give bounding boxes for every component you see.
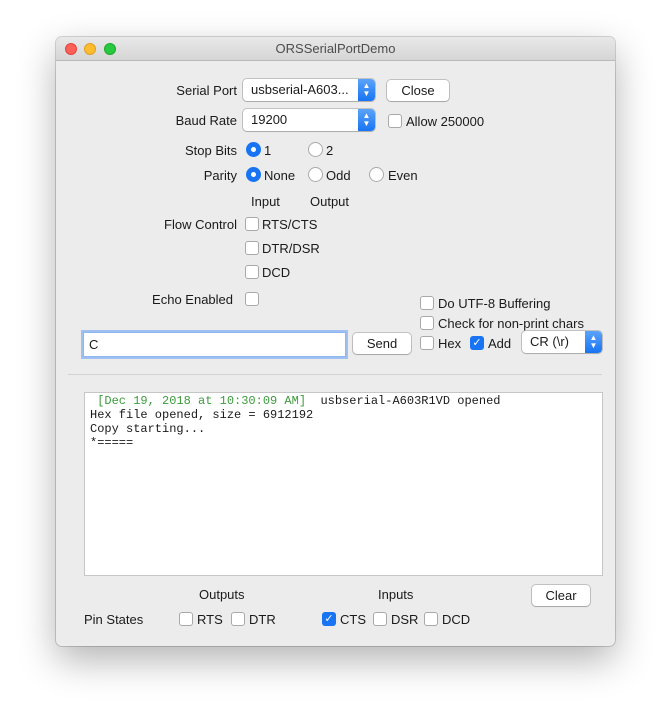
console-line: Hex file opened, size = 6912192 [90,408,597,422]
dtr-dsr-label: DTR/DSR [262,241,320,256]
dtr-pin-checkbox[interactable] [231,612,245,626]
stop-bits-2-radio[interactable] [308,142,323,157]
rts-pin-checkbox[interactable] [179,612,193,626]
serial-port-popup[interactable]: usbserial-A603... ▲ ▼ [243,79,375,101]
dsr-pin-checkbox[interactable] [373,612,387,626]
flow-output-header: Output [310,194,350,209]
outputs-header: Outputs [199,587,245,602]
title-bar: ORSSerialPortDemo [56,37,615,61]
dcd-flow-label: DCD [262,265,291,280]
add-label: Add [488,336,512,351]
send-button[interactable]: Send [353,333,411,354]
dsr-pin-label: DSR [391,612,419,627]
parity-label: Parity [203,168,237,183]
parity-even-label: Even [388,168,418,183]
add-checkbox[interactable]: ✓ [470,336,484,350]
main-window: ORSSerialPortDemo Serial Port usbserial-… [56,37,615,646]
console-text: Hex file opened, size = 6912192 [90,408,314,422]
parity-none-radio[interactable] [246,167,261,182]
serial-port-value: usbserial-A603... [251,82,349,97]
parity-even-radio[interactable] [369,167,384,182]
stop-bits-1-label: 1 [264,143,272,158]
rts-cts-label: RTS/CTS [262,217,318,232]
parity-odd-label: Odd [326,168,351,183]
utf8-buffering-checkbox[interactable] [420,296,434,310]
baud-rate-label: Baud Rate [175,113,237,128]
utf8-buffering-label: Do UTF-8 Buffering [438,296,551,311]
cts-pin-label: CTS [340,612,366,627]
allow-250000-checkbox[interactable] [388,114,402,128]
console-line: [Dec 19, 2018 at 10:30:09 AM] usbserial-… [90,394,597,408]
rts-cts-checkbox[interactable] [245,217,259,231]
dtr-dsr-checkbox[interactable] [245,241,259,255]
cts-pin-checkbox[interactable]: ✓ [322,612,336,626]
checkmark-icon: ✓ [324,613,334,625]
stop-bits-label: Stop Bits [184,143,237,158]
chevron-updown-icon: ▲ ▼ [358,79,375,101]
clear-button[interactable]: Clear [532,585,590,606]
chevron-updown-icon: ▲ ▼ [585,331,602,353]
open-close-button[interactable]: Close [387,80,449,101]
non-print-label: Check for non-print chars [438,316,584,331]
stop-bits-2-label: 2 [326,143,334,158]
console-line: Copy starting... [90,422,597,436]
line-ending-value: CR (\r) [530,334,569,349]
serial-port-label: Serial Port [176,83,237,98]
dcd-pin-checkbox[interactable] [424,612,438,626]
console-text: usbserial-A603R1VD opened [306,394,501,408]
echo-enabled-checkbox[interactable] [245,292,259,306]
dcd-pin-label: DCD [442,612,471,627]
flow-input-header: Input [251,194,280,209]
echo-enabled-label: Echo Enabled [152,292,233,307]
parity-none-label: None [264,168,296,183]
console-text: *===== [90,436,134,450]
inputs-header: Inputs [378,587,414,602]
flow-control-label: Flow Control [164,217,237,232]
rts-pin-label: RTS [197,612,223,627]
pin-states-label: Pin States [84,612,144,627]
checkmark-icon: ✓ [472,337,482,349]
line-ending-popup[interactable]: CR (\r) ▲ ▼ [522,331,602,353]
send-text-input[interactable]: C [84,333,345,356]
non-print-checkbox[interactable] [420,316,434,330]
console-output[interactable]: [Dec 19, 2018 at 10:30:09 AM] usbserial-… [84,392,603,576]
chevron-updown-icon: ▲ ▼ [358,109,375,131]
console-line: *===== [90,436,597,450]
separator [68,374,602,375]
hex-checkbox[interactable] [420,336,434,350]
parity-odd-radio[interactable] [308,167,323,182]
window-title: ORSSerialPortDemo [275,41,396,56]
console-text: Copy starting... [90,422,206,436]
dcd-flow-checkbox[interactable] [245,265,259,279]
dtr-pin-label: DTR [249,612,276,627]
hex-label: Hex [438,336,462,351]
stop-bits-1-radio[interactable] [246,142,261,157]
allow-250000-label: Allow 250000 [406,114,485,129]
baud-rate-value: 19200 [251,112,288,127]
baud-rate-popup[interactable]: 19200 ▲ ▼ [243,109,375,131]
console-timestamp: [Dec 19, 2018 at 10:30:09 AM] [90,394,307,408]
